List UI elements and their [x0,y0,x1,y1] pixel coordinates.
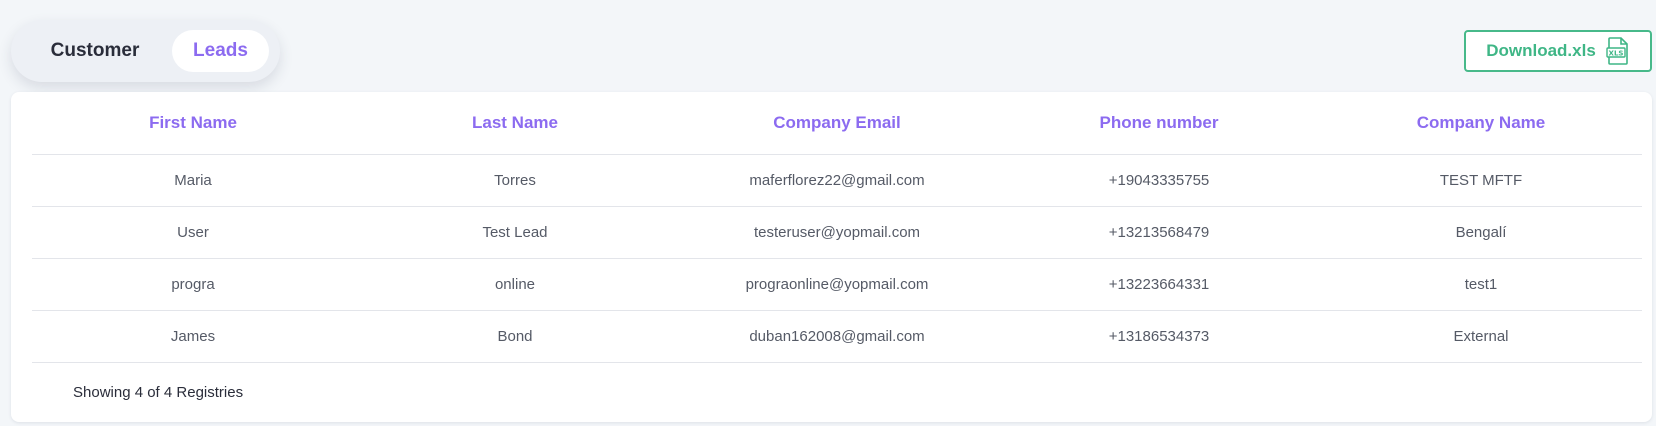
cell-last-name: online [354,258,676,311]
column-header-company-name[interactable]: Company Name [1320,92,1642,155]
pagination-summary: Showing 4 of 4 Registries [73,384,244,401]
tab-customer[interactable]: Customer [31,30,159,72]
cell-company-email: prograonline@yopmail.com [676,258,998,311]
cell-company-email: maferflorez22@gmail.com [676,154,998,207]
cell-last-name: Bond [354,310,676,363]
column-header-phone-number[interactable]: Phone number [998,92,1320,155]
table-row[interactable]: progra online prograonline@yopmail.com +… [32,258,1642,311]
column-header-last-name[interactable]: Last Name [354,92,676,155]
cell-company-name: TEST MFTF [1320,154,1642,207]
cell-company-name: External [1320,310,1642,363]
table-row[interactable]: James Bond duban162008@gmail.com +131865… [32,310,1642,363]
cell-company-name: test1 [1320,258,1642,311]
top-bar: Customer Leads Download.xls XLS [0,0,1656,92]
download-xls-button[interactable]: Download.xls XLS [1464,30,1652,72]
column-header-first-name[interactable]: First Name [32,92,354,155]
cell-company-email: duban162008@gmail.com [676,310,998,363]
cell-last-name: Test Lead [354,206,676,259]
leads-table: First Name Last Name Company Email Phone… [32,92,1642,363]
cell-first-name: progra [32,258,354,311]
cell-first-name: James [32,310,354,363]
table-header-row: First Name Last Name Company Email Phone… [32,92,1642,155]
xls-file-icon: XLS [1606,37,1630,65]
cell-last-name: Torres [354,154,676,207]
cell-phone-number: +13223664331 [998,258,1320,311]
leads-table-card: First Name Last Name Company Email Phone… [11,92,1652,422]
cell-company-name: Bengalí [1320,206,1642,259]
svg-text:XLS: XLS [1608,49,1623,57]
cell-phone-number: +13213568479 [998,206,1320,259]
download-label: Download.xls [1486,41,1596,60]
tab-leads[interactable]: Leads [172,30,269,72]
cell-first-name: Maria [32,154,354,207]
customer-leads-toggle: Customer Leads [11,20,280,82]
cell-first-name: User [32,206,354,259]
column-header-company-email[interactable]: Company Email [676,92,998,155]
table-row[interactable]: Maria Torres maferflorez22@gmail.com +19… [32,154,1642,207]
cell-phone-number: +19043335755 [998,154,1320,207]
cell-phone-number: +13186534373 [998,310,1320,363]
table-row[interactable]: User Test Lead testeruser@yopmail.com +1… [32,206,1642,259]
cell-company-email: testeruser@yopmail.com [676,206,998,259]
